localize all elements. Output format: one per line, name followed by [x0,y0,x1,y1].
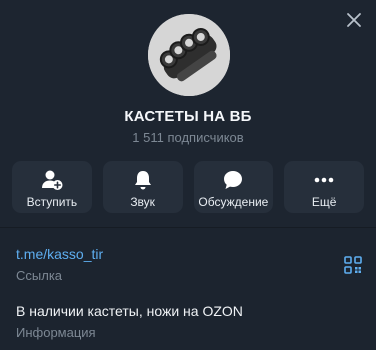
chat-bubble-icon [224,171,243,189]
discussion-label: Обсуждение [198,195,269,209]
more-label: Ещё [311,195,337,209]
qr-code-button[interactable] [344,256,362,274]
link-label: Ссылка [16,268,63,283]
qr-code-icon [344,256,362,274]
more-button[interactable]: Ещё [284,161,364,213]
bell-icon [134,171,151,190]
info-section: t.me/kasso_tir Ссылка В наличии кастеты,… [0,228,376,350]
channel-description: В наличии кастеты, ножи на OZON [16,303,243,319]
join-button[interactable]: Вступить [12,161,92,213]
channel-header: КАСТЕТЫ НА ВБ 1 511 подписчиков Вступить [0,0,376,227]
channel-avatar[interactable] [148,14,230,96]
more-dots-icon [314,177,334,183]
link-row: t.me/kasso_tir Ссылка [16,246,103,283]
brass-knuckles-image [148,14,230,96]
close-icon [347,13,361,27]
join-label: Вступить [26,195,78,209]
description-row: В наличии кастеты, ножи на OZON Информац… [16,303,243,340]
action-bar: Вступить Звук Обсуждение Ещё [12,161,364,213]
channel-link[interactable]: t.me/kasso_tir [16,246,103,262]
close-button[interactable] [345,11,363,29]
channel-title: КАСТЕТЫ НА ВБ [124,108,252,125]
channel-info-panel: КАСТЕТЫ НА ВБ 1 511 подписчиков Вступить [0,0,376,350]
description-label: Информация [16,325,96,340]
subscriber-count: 1 511 подписчиков [132,130,244,145]
sound-button[interactable]: Звук [102,161,183,213]
discussion-button[interactable]: Обсуждение [193,161,274,213]
add-user-icon [41,170,63,190]
sound-label: Звук [130,195,155,209]
